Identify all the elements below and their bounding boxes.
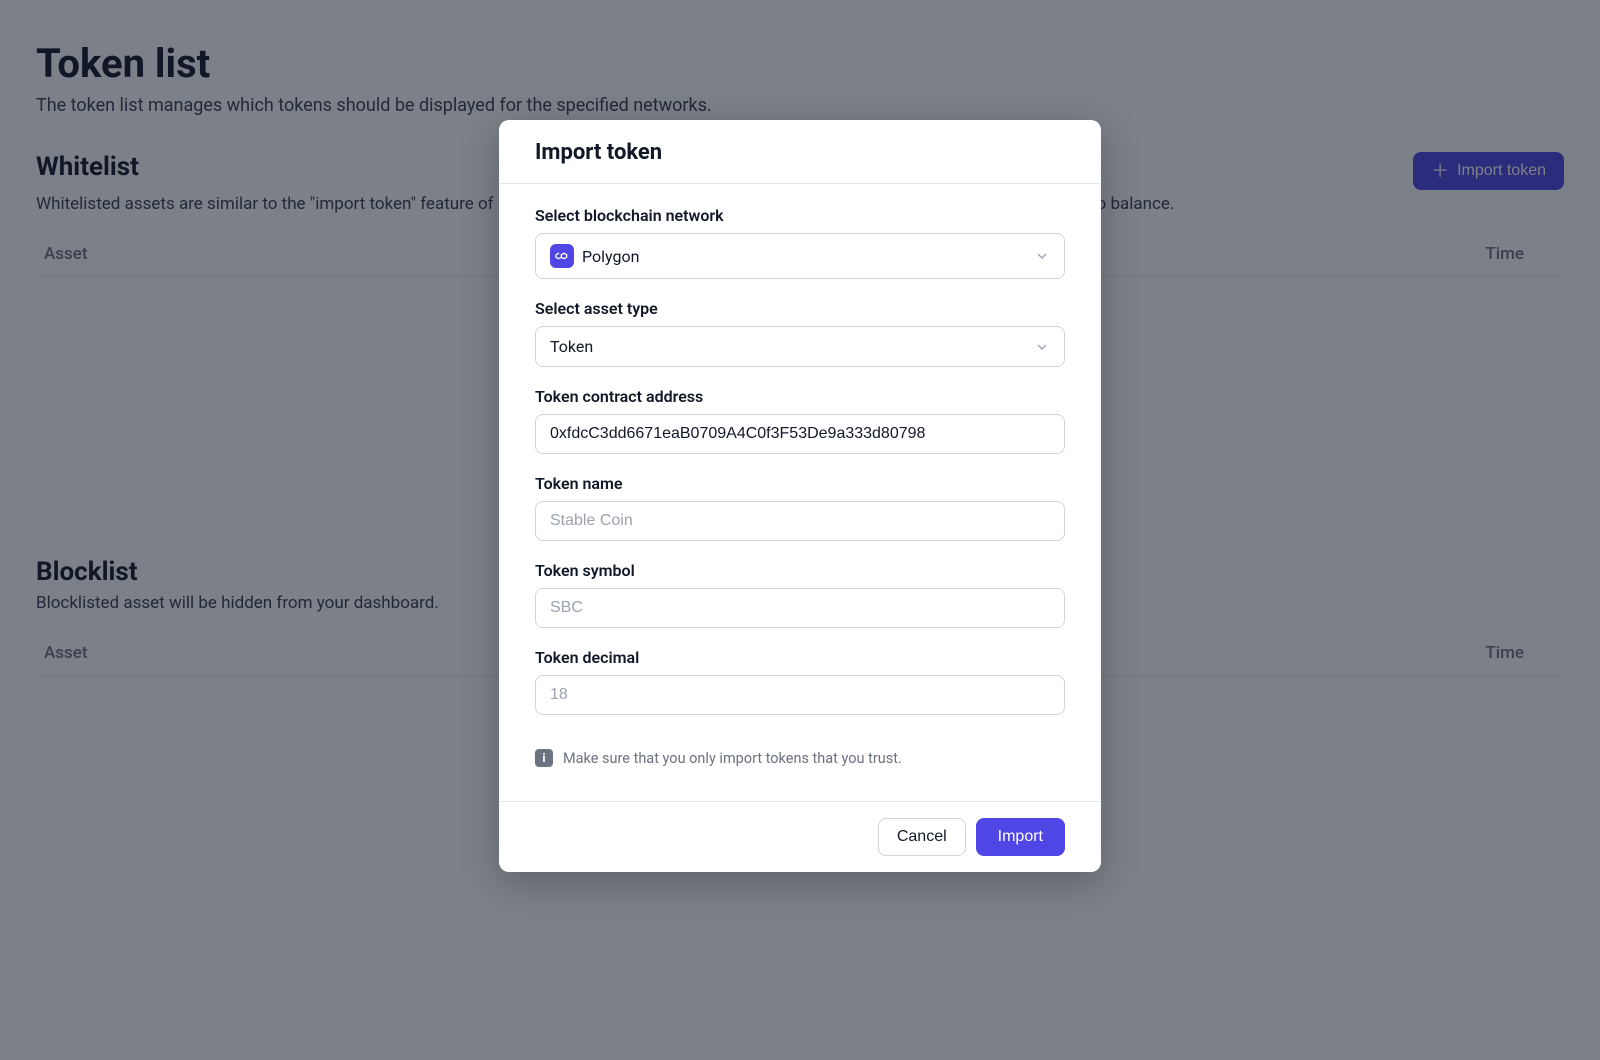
field-asset-type: Select asset type Token — [535, 299, 1065, 367]
token-name-label: Token name — [535, 474, 1065, 493]
field-token-decimal: Token decimal — [535, 648, 1065, 715]
chevron-down-icon — [1034, 248, 1050, 264]
token-decimal-input[interactable] — [535, 675, 1065, 715]
import-token-modal: Import token Select blockchain network P… — [499, 120, 1101, 872]
modal-header: Import token — [499, 120, 1101, 184]
contract-address-input[interactable] — [535, 414, 1065, 454]
network-value: Polygon — [582, 247, 639, 266]
cancel-button[interactable]: Cancel — [878, 818, 966, 856]
modal-footer: Cancel Import — [499, 801, 1101, 872]
token-name-input[interactable] — [535, 501, 1065, 541]
contract-address-label: Token contract address — [535, 387, 1065, 406]
asset-type-select[interactable]: Token — [535, 326, 1065, 367]
field-token-name: Token name — [535, 474, 1065, 541]
network-label: Select blockchain network — [535, 206, 1065, 225]
info-icon: i — [535, 749, 553, 767]
info-row: i Make sure that you only import tokens … — [535, 735, 1065, 793]
asset-type-label: Select asset type — [535, 299, 1065, 318]
chevron-down-icon — [1034, 339, 1050, 355]
field-contract-address: Token contract address — [535, 387, 1065, 454]
network-select[interactable]: Polygon — [535, 233, 1065, 279]
token-decimal-label: Token decimal — [535, 648, 1065, 667]
field-token-symbol: Token symbol — [535, 561, 1065, 628]
token-symbol-input[interactable] — [535, 588, 1065, 628]
token-symbol-label: Token symbol — [535, 561, 1065, 580]
modal-title: Import token — [535, 140, 1065, 165]
field-network: Select blockchain network Polygon — [535, 206, 1065, 279]
asset-type-value: Token — [550, 337, 593, 356]
import-button[interactable]: Import — [976, 818, 1065, 856]
polygon-icon — [550, 244, 574, 268]
modal-overlay[interactable]: Import token Select blockchain network P… — [0, 0, 1600, 1060]
modal-body: Select blockchain network Polygon Select — [499, 184, 1101, 801]
info-text: Make sure that you only import tokens th… — [563, 750, 902, 767]
